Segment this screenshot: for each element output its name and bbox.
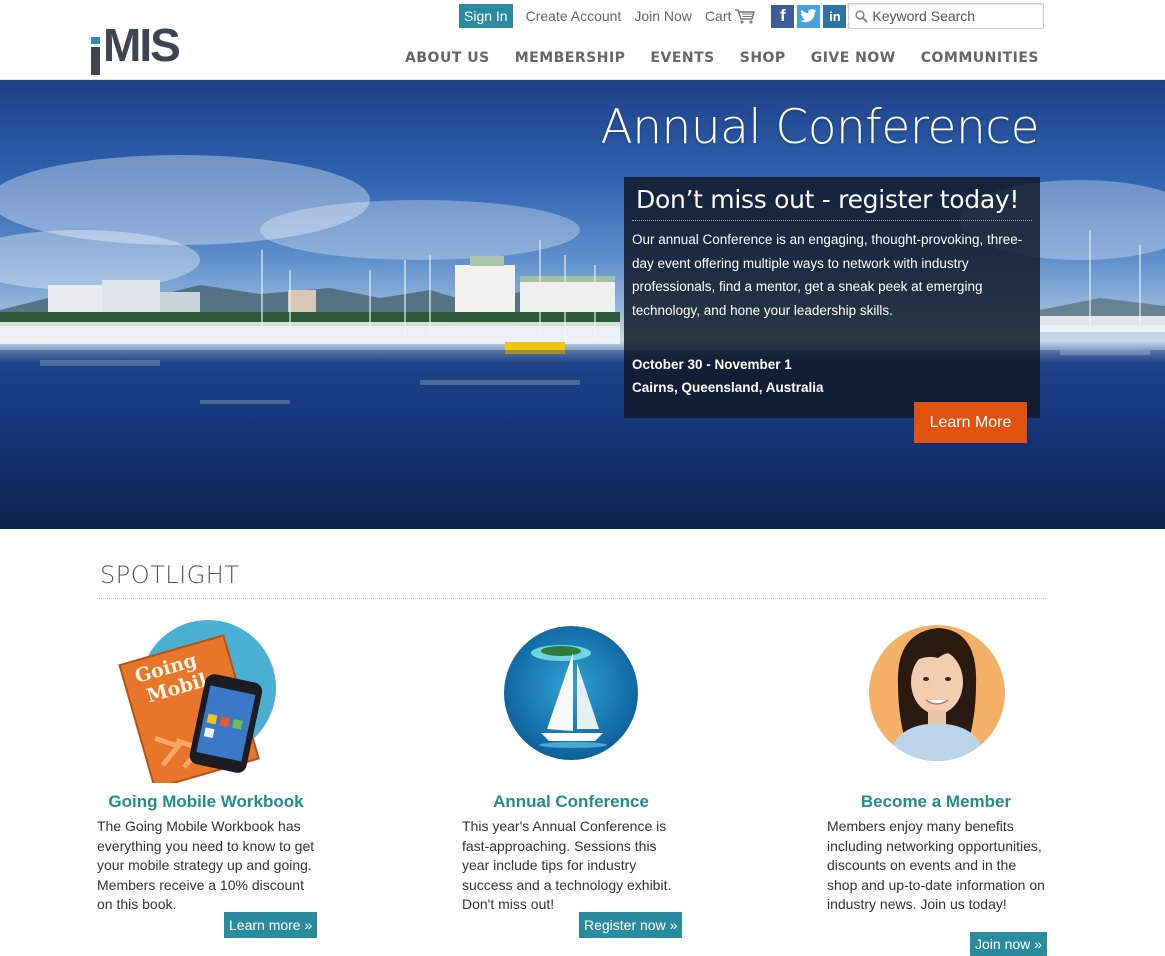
promo-heading: Don’t miss out - register today! bbox=[632, 183, 1032, 221]
card-title-going-mobile[interactable]: Going Mobile Workbook bbox=[97, 792, 315, 812]
social-links: f in bbox=[771, 4, 847, 28]
sailboat-image[interactable] bbox=[503, 625, 639, 761]
sign-in-button[interactable]: Sign In bbox=[459, 4, 513, 28]
create-account-link[interactable]: Create Account bbox=[526, 4, 622, 28]
logo-text: MIS bbox=[103, 19, 181, 71]
hero-banner: Annual Conference Don’t miss out - regis… bbox=[0, 80, 1165, 529]
promo-panel: Don’t miss out - register today! Our ann… bbox=[624, 177, 1040, 418]
promo-body: Our annual Conference is an engaging, th… bbox=[632, 232, 1023, 318]
logo-i-mark bbox=[91, 37, 100, 75]
nav-about-us[interactable]: ABOUT US bbox=[405, 50, 490, 66]
cart-label: Cart bbox=[704, 8, 732, 24]
nav-communities[interactable]: COMMUNITIES bbox=[921, 50, 1039, 66]
promo-location: Cairns, Queensland, Australia bbox=[632, 380, 824, 395]
cart-icon bbox=[735, 9, 756, 24]
nav-membership[interactable]: MEMBERSHIP bbox=[515, 50, 626, 66]
learn-more-button[interactable]: Learn More bbox=[914, 402, 1027, 443]
card-text-going-mobile: The Going Mobile Workbook has everything… bbox=[97, 818, 315, 912]
join-now-link[interactable]: Join Now bbox=[634, 4, 692, 28]
spotlight-heading: SPOTLIGHT bbox=[100, 561, 240, 589]
twitter-bird-icon bbox=[800, 9, 817, 23]
card-title-annual-conference[interactable]: Annual Conference bbox=[462, 792, 680, 812]
nav-events[interactable]: EVENTS bbox=[650, 50, 714, 66]
search-icon bbox=[855, 9, 869, 23]
nav-give-now[interactable]: GIVE NOW bbox=[811, 50, 896, 66]
search-input[interactable] bbox=[872, 8, 1043, 24]
join-now-button[interactable]: Join now » bbox=[970, 932, 1047, 956]
twitter-icon[interactable] bbox=[797, 4, 821, 28]
utility-bar: Sign In Create Account Join Now Cart f i… bbox=[459, 3, 1045, 29]
site-header: MIS Sign In Create Account Join Now Cart… bbox=[0, 0, 1165, 80]
imis-logo[interactable]: MIS bbox=[91, 19, 181, 75]
card-text-become-member: Members enjoy many benefits including ne… bbox=[827, 818, 1045, 912]
promo-dates: October 30 - November 1 bbox=[632, 357, 792, 372]
card-text-annual-conference: This year's Annual Conference is fast-ap… bbox=[462, 818, 672, 912]
spotlight-divider bbox=[97, 598, 1046, 599]
card-title-become-member[interactable]: Become a Member bbox=[827, 792, 1045, 812]
facebook-icon[interactable]: f bbox=[771, 4, 795, 28]
register-now-button[interactable]: Register now » bbox=[579, 912, 683, 938]
cart-link[interactable]: Cart bbox=[705, 8, 756, 24]
hero-title: Annual Conference bbox=[600, 100, 1040, 155]
linkedin-icon[interactable]: in bbox=[823, 4, 847, 28]
search-box bbox=[848, 3, 1045, 29]
nav-shop[interactable]: SHOP bbox=[740, 50, 786, 66]
going-mobile-book-image[interactable]: Going Mobile bbox=[118, 618, 283, 783]
member-portrait-image[interactable] bbox=[868, 624, 1006, 762]
learn-more-link-button[interactable]: Learn more » bbox=[224, 912, 318, 938]
main-nav: ABOUT US MEMBERSHIP EVENTS SHOP GIVE NOW… bbox=[405, 50, 1039, 66]
